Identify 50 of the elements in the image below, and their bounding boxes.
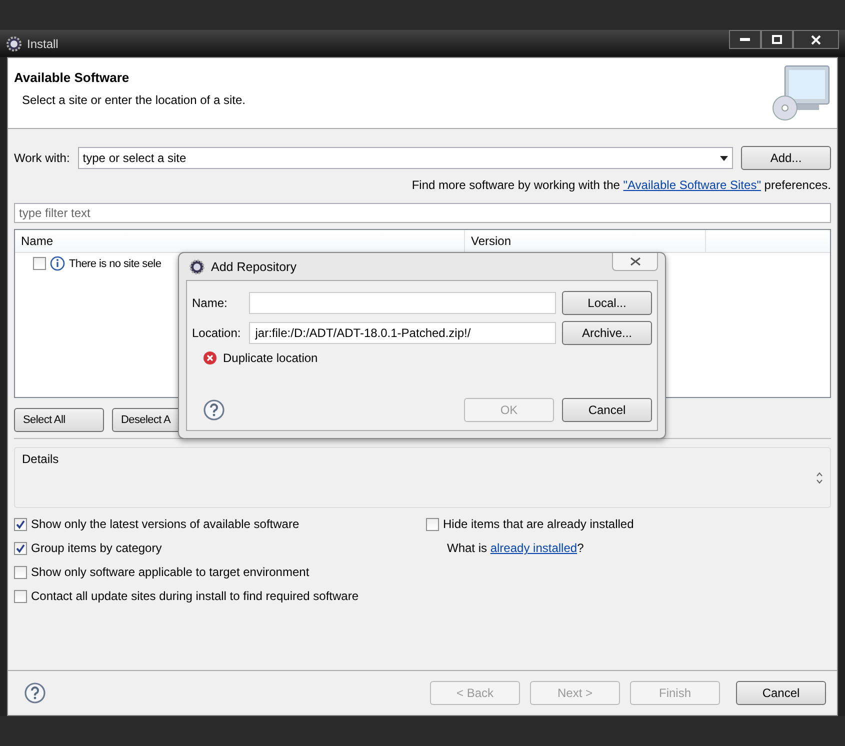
minimize-icon xyxy=(740,38,750,41)
wizard-button[interactable]: Cancel xyxy=(736,681,826,705)
option-label[interactable]: Hide items that are already installed xyxy=(443,517,634,531)
details-label: Details xyxy=(22,452,59,468)
installed-note: What is already installed? xyxy=(447,541,584,555)
already-installed-link[interactable]: already installed xyxy=(490,541,578,555)
maximize-button[interactable] xyxy=(761,30,793,49)
checkbox[interactable] xyxy=(426,518,439,530)
browse-button[interactable]: Archive... xyxy=(562,321,652,345)
error-icon xyxy=(203,351,217,365)
checkbox[interactable] xyxy=(14,542,27,554)
help-icon[interactable] xyxy=(203,399,225,421)
info-icon xyxy=(50,256,65,271)
window-title: Install xyxy=(27,36,58,50)
filter-field[interactable]: type filter text xyxy=(14,203,831,223)
option-label[interactable]: Contact all update sites during install to find required software xyxy=(31,589,359,603)
site-combo-box[interactable]: type or select a site xyxy=(78,147,733,169)
option-label[interactable]: Group items by category xyxy=(31,541,162,555)
error-message: Duplicate location xyxy=(223,351,318,365)
input-field[interactable] xyxy=(249,292,556,314)
table-button[interactable]: Select All xyxy=(14,408,104,432)
minimize-button[interactable] xyxy=(729,30,761,49)
add-button[interactable]: Add... xyxy=(741,146,831,170)
hint-text: Find more software by working with the "Available Software Sites" preferences. xyxy=(412,178,831,192)
page-title: Available Software xyxy=(14,70,130,85)
browse-button[interactable]: Local... xyxy=(562,291,652,315)
close-button[interactable] xyxy=(612,253,658,271)
close-icon xyxy=(811,34,821,44)
table-cell: There is no site sele xyxy=(69,258,162,270)
field-label: Name: xyxy=(192,296,228,310)
close-icon xyxy=(630,257,640,266)
work-with-label: Work with: xyxy=(14,151,70,165)
scroll-arrows-icon[interactable] xyxy=(816,472,823,484)
input-field[interactable]: jar:file:/D:/ADT/ADT-18.0.1-Patched.zip!/ xyxy=(249,322,556,344)
checkbox[interactable] xyxy=(14,566,27,578)
option-label[interactable]: Show only the latest versions of available software xyxy=(31,517,300,531)
dialog-icon xyxy=(189,258,205,274)
dialog-button[interactable]: Cancel xyxy=(562,398,652,422)
app-icon xyxy=(6,36,22,52)
page-subtitle: Select a site or enter the location of a site. xyxy=(21,93,246,107)
checkbox[interactable] xyxy=(33,257,46,270)
help-icon[interactable] xyxy=(24,682,46,704)
option-label[interactable]: Show only software applicable to target environment xyxy=(31,565,310,579)
checkbox[interactable] xyxy=(14,518,27,530)
maximize-icon xyxy=(772,35,782,44)
dialog-title: Add Repository xyxy=(211,260,296,274)
available-sites-link[interactable]: "Available Software Sites" xyxy=(623,178,761,192)
field-label: Location: xyxy=(192,326,242,340)
checkbox[interactable] xyxy=(14,590,27,602)
close-button[interactable] xyxy=(793,30,839,49)
